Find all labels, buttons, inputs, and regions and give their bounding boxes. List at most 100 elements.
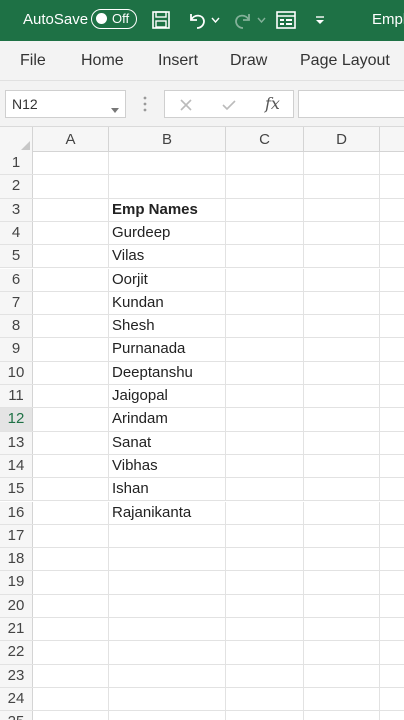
cell-d[interactable] — [304, 268, 380, 291]
cell-e[interactable] — [380, 688, 404, 710]
cell-d[interactable] — [304, 291, 380, 315]
cell-a[interactable] — [33, 641, 109, 664]
tab-home[interactable]: Home — [81, 52, 124, 70]
cell-d[interactable] — [304, 431, 380, 454]
form-icon[interactable] — [275, 8, 297, 32]
cell-c[interactable] — [226, 664, 304, 687]
cell-e[interactable] — [380, 455, 404, 477]
cell-e[interactable] — [380, 618, 404, 640]
cell-c[interactable] — [226, 152, 304, 175]
cell-a[interactable] — [33, 571, 109, 594]
row-header[interactable]: 16 — [0, 501, 33, 524]
cell-b[interactable]: Vilas — [109, 245, 226, 268]
cell-b[interactable]: Shesh — [109, 315, 226, 338]
column-header-e[interactable] — [380, 127, 404, 152]
redo-icon[interactable] — [230, 8, 256, 32]
row-header[interactable]: 23 — [0, 664, 33, 687]
cell-a[interactable] — [33, 152, 109, 175]
cell-a[interactable] — [33, 385, 109, 408]
cell-a[interactable] — [33, 524, 109, 548]
cell-c[interactable] — [226, 245, 304, 268]
tab-insert[interactable]: Insert — [158, 52, 198, 70]
cell-d[interactable] — [304, 687, 380, 711]
cell-c[interactable] — [226, 221, 304, 245]
cell-b[interactable]: Deeptanshu — [109, 361, 226, 384]
cell-d[interactable] — [304, 524, 380, 548]
row-header[interactable]: 20 — [0, 594, 33, 617]
cell-e[interactable] — [380, 222, 404, 244]
cell-c[interactable] — [226, 315, 304, 338]
cell-a[interactable] — [33, 711, 109, 720]
cell-b[interactable] — [109, 594, 226, 617]
cell-e[interactable] — [380, 665, 404, 687]
cell-a[interactable] — [33, 687, 109, 711]
cell-a[interactable] — [33, 361, 109, 384]
row-header[interactable]: 24 — [0, 687, 33, 711]
cell-c[interactable] — [226, 687, 304, 711]
cell-d[interactable] — [304, 221, 380, 245]
row-header[interactable]: 21 — [0, 618, 33, 641]
customize-qat-icon[interactable] — [312, 8, 328, 32]
cell-c[interactable] — [226, 175, 304, 198]
cell-b[interactable]: Gurdeep — [109, 221, 226, 245]
cell-a[interactable] — [33, 431, 109, 454]
cell-e[interactable] — [380, 292, 404, 314]
cell-a[interactable] — [33, 315, 109, 338]
cell-c[interactable] — [226, 641, 304, 664]
cell-a[interactable] — [33, 245, 109, 268]
row-header[interactable]: 9 — [0, 338, 33, 361]
cell-a[interactable] — [33, 198, 109, 221]
cell-c[interactable] — [226, 268, 304, 291]
cell-a[interactable] — [33, 291, 109, 315]
row-header[interactable]: 25 — [0, 711, 33, 720]
row-header[interactable]: 14 — [0, 454, 33, 478]
cell-d[interactable] — [304, 571, 380, 594]
cell-d[interactable] — [304, 594, 380, 617]
column-header-b[interactable]: B — [109, 127, 226, 152]
row-header[interactable]: 11 — [0, 385, 33, 408]
cell-d[interactable] — [304, 618, 380, 641]
tab-draw[interactable]: Draw — [230, 52, 267, 70]
cell-d[interactable] — [304, 641, 380, 664]
cell-e[interactable] — [380, 478, 404, 500]
row-header[interactable]: 4 — [0, 221, 33, 245]
row-header[interactable]: 22 — [0, 641, 33, 664]
row-header[interactable]: 10 — [0, 361, 33, 384]
undo-dropdown-icon[interactable] — [210, 8, 220, 32]
cell-e[interactable] — [380, 199, 404, 221]
cell-c[interactable] — [226, 291, 304, 315]
row-header[interactable]: 15 — [0, 478, 33, 501]
cell-b[interactable] — [109, 548, 226, 571]
cell-d[interactable] — [304, 198, 380, 221]
cell-b[interactable] — [109, 641, 226, 664]
cell-c[interactable] — [226, 711, 304, 720]
cell-c[interactable] — [226, 618, 304, 641]
row-header[interactable]: 7 — [0, 291, 33, 315]
cell-a[interactable] — [33, 548, 109, 571]
cell-d[interactable] — [304, 152, 380, 175]
cell-b[interactable] — [109, 524, 226, 548]
cell-a[interactable] — [33, 338, 109, 361]
cell-d[interactable] — [304, 664, 380, 687]
save-icon[interactable] — [150, 8, 172, 32]
row-header[interactable]: 19 — [0, 571, 33, 594]
cell-b[interactable]: Oorjit — [109, 268, 226, 291]
cell-c[interactable] — [226, 338, 304, 361]
cell-a[interactable] — [33, 664, 109, 687]
cell-c[interactable] — [226, 501, 304, 524]
cancel-icon[interactable] — [179, 96, 193, 114]
cell-e[interactable] — [380, 245, 404, 267]
tab-file[interactable]: File — [20, 52, 46, 70]
select-all-corner[interactable] — [0, 127, 33, 152]
cell-e[interactable] — [380, 641, 404, 663]
cell-d[interactable] — [304, 454, 380, 478]
cell-e[interactable] — [380, 432, 404, 454]
cell-a[interactable] — [33, 175, 109, 198]
cell-b[interactable]: Sanat — [109, 431, 226, 454]
cell-b[interactable]: Ishan — [109, 478, 226, 501]
cell-d[interactable] — [304, 361, 380, 384]
cell-a[interactable] — [33, 221, 109, 245]
tab-page-layout[interactable]: Page Layout — [300, 52, 390, 70]
cell-a[interactable] — [33, 594, 109, 617]
cell-a[interactable] — [33, 478, 109, 501]
